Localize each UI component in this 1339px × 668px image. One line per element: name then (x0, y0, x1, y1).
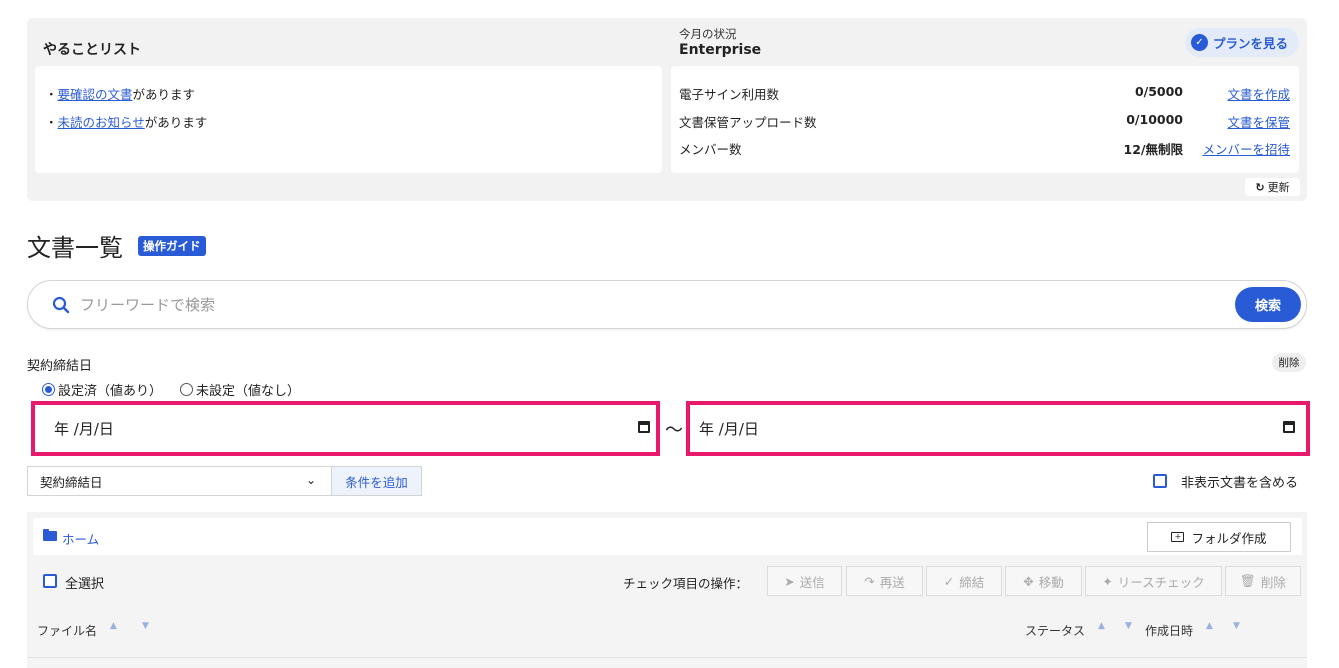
unread-notices-link[interactable]: 未読のお知らせ (58, 115, 145, 130)
radio-group: 設定済（値あり） 未設定（値なし） (42, 380, 300, 399)
sort-asc-icon[interactable]: ▲ (1206, 621, 1213, 631)
radio-unset[interactable] (180, 383, 194, 396)
page-title: 文書一覧 (27, 234, 123, 262)
send-button[interactable]: ➤ 送信 (767, 566, 842, 596)
sparkle-icon: ✦ (1102, 573, 1113, 589)
include-hidden-label: 非表示文書を含める (1181, 476, 1299, 491)
select-all-label: 全選択 (65, 577, 105, 592)
sort-desc-icon[interactable]: ▼ (142, 621, 149, 631)
delete-filter-button[interactable]: 削除 (1272, 353, 1306, 372)
usage-value-upload: 0/10000 (1126, 112, 1183, 127)
review-docs-link[interactable]: 要確認の文書 (58, 87, 133, 102)
breadcrumb (33, 518, 1302, 555)
todo-item-notice: ・未読のお知らせがあります (45, 115, 208, 130)
todo-title: やることリスト (43, 42, 141, 58)
folder-icon (43, 529, 57, 541)
lease-check-button[interactable]: ✦ リースチェック (1085, 566, 1222, 596)
sort-desc-icon[interactable]: ▼ (1233, 621, 1240, 631)
date-from-field[interactable] (31, 401, 660, 456)
add-condition-button[interactable]: 条件を追加 (332, 466, 422, 496)
view-plan-button[interactable]: ✓ プランを見る (1185, 28, 1299, 57)
column-status[interactable]: ステータス (1025, 622, 1085, 639)
check-icon: ✓ (943, 573, 955, 589)
date-from-value: 年 /月/日 (54, 420, 114, 438)
usage-value-esign: 0/5000 (1134, 84, 1183, 99)
sort-asc-icon[interactable]: ▲ (1098, 621, 1105, 631)
select-all-checkbox[interactable] (43, 574, 57, 588)
usage-label-esign: 電子サイン利用数 (679, 87, 780, 102)
divider (27, 657, 1307, 658)
new-folder-button[interactable]: + フォルダ作成 (1147, 522, 1291, 552)
filter-label: 契約締結日 (27, 359, 93, 374)
trash-icon: 🗑 (1240, 573, 1256, 588)
column-filename[interactable]: ファイル名 (37, 622, 97, 639)
plan-name: Enterprise (679, 42, 762, 58)
search-button[interactable]: 検索 (1235, 287, 1301, 322)
invite-member-link[interactable]: メンバーを招待 (1202, 139, 1290, 158)
sort-asc-icon[interactable]: ▲ (110, 621, 117, 631)
radio-set[interactable] (42, 383, 55, 396)
chevron-down-icon: ⌄ (306, 473, 317, 487)
date-to-field[interactable] (686, 401, 1310, 456)
date-range-separator: ～ (665, 420, 683, 441)
usage-value-members: 12/無制限 (1123, 142, 1183, 157)
move-icon: ✥ (1023, 573, 1034, 589)
column-created[interactable]: 作成日時 (1145, 622, 1193, 639)
resend-icon: ↷ (864, 573, 875, 589)
verified-badge-icon: ✓ (1191, 34, 1208, 51)
send-icon: ➤ (784, 573, 795, 589)
date-to-value: 年 /月/日 (699, 420, 759, 438)
calendar-icon[interactable] (1283, 421, 1295, 433)
condition-select[interactable]: 契約締結日 (27, 466, 332, 496)
radio-set-label: 設定済（値あり） (58, 384, 163, 399)
folder-plus-icon: + (1171, 532, 1185, 542)
breadcrumb-home[interactable]: ホーム (62, 529, 99, 548)
create-document-link[interactable]: 文書を作成 (1227, 84, 1290, 103)
search-input[interactable] (80, 292, 1220, 318)
sort-desc-icon[interactable]: ▼ (1125, 621, 1132, 631)
store-document-link[interactable]: 文書を保管 (1227, 112, 1290, 131)
plan-caption: 今月の状況 (679, 27, 737, 41)
operation-guide-button[interactable]: 操作ガイド (138, 236, 206, 256)
move-button[interactable]: ✥ 移動 (1005, 566, 1082, 596)
usage-label-members: メンバー数 (679, 142, 742, 157)
resend-button[interactable]: ↷ 再送 (846, 566, 923, 596)
radio-unset-label: 未設定（値なし） (196, 384, 301, 399)
conclude-button[interactable]: ✓ 締結 (926, 566, 1002, 596)
refresh-icon: ↻ (1255, 180, 1265, 194)
search-icon (52, 296, 70, 314)
bulk-ops-label: チェック項目の操作： (623, 576, 749, 591)
usage-label-upload: 文書保管アップロード数 (679, 115, 817, 130)
include-hidden-checkbox[interactable] (1153, 474, 1167, 488)
todo-item-review: ・要確認の文書があります (45, 87, 196, 102)
delete-button[interactable]: 🗑 削除 (1225, 566, 1301, 596)
refresh-button[interactable]: ↻ 更新 (1245, 178, 1300, 196)
calendar-icon[interactable] (638, 421, 650, 433)
